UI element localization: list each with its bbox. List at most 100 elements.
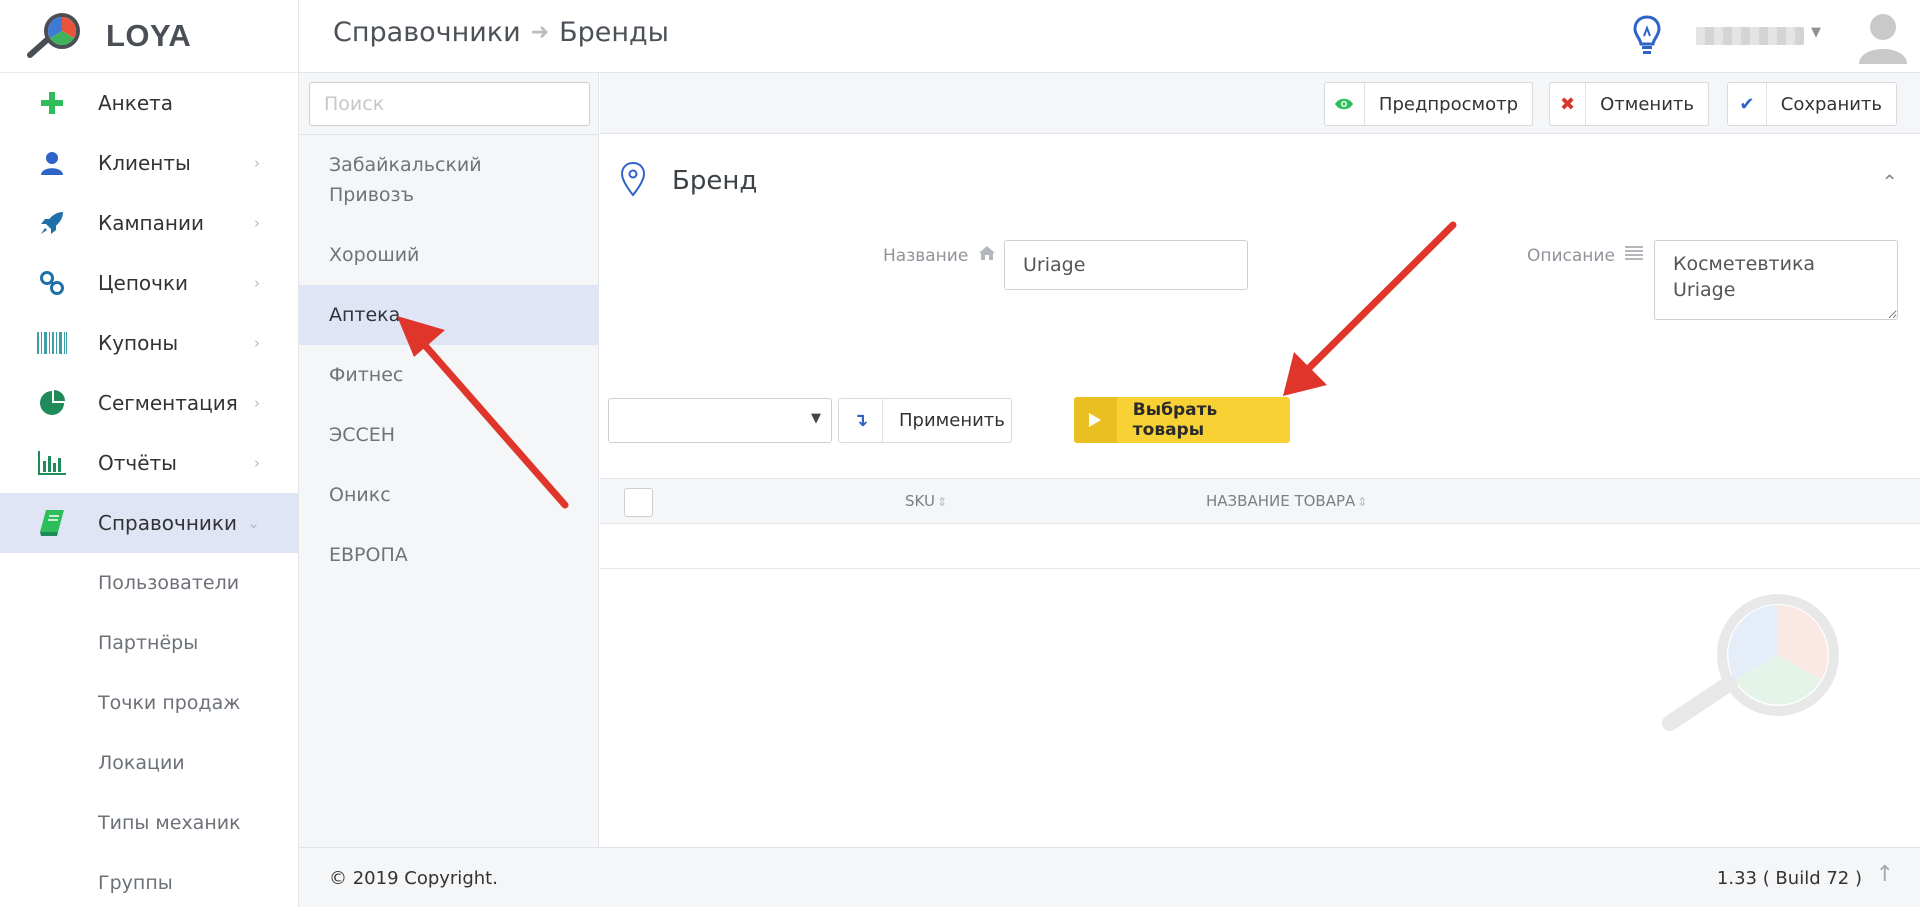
sidebar-item-label: Кампании [98, 211, 204, 235]
check-icon: ✔ [1728, 83, 1767, 125]
column-header-sku[interactable]: SKU ⇕ [905, 492, 947, 510]
description-label: Описание [1527, 245, 1643, 266]
sidebar-subitem-mechanic-types[interactable]: Типы механик [0, 793, 298, 853]
level-down-icon: ↴ [839, 399, 883, 442]
column-header-product-name-label: НАЗВАНИЕ ТОВАРА [1206, 492, 1356, 510]
name-label-text: Название [883, 245, 969, 266]
name-label: Название [883, 245, 996, 266]
copyright-text: © 2019 Copyright. [329, 868, 498, 889]
sidebar-item-label: Анкета [98, 91, 174, 115]
footer: © 2019 Copyright. 1.33 ( Build 72 ) ↑ [299, 847, 1920, 907]
home-icon [978, 245, 996, 266]
description-field[interactable]: Косметевтика Uriage [1654, 240, 1898, 320]
chevron-right-icon: › [254, 214, 260, 232]
choose-products-label: Выбрать товары [1132, 400, 1218, 440]
toolbar: Предпросмотр ✖ Отменить ✔ Сохранить [600, 73, 1920, 134]
sidebar-item-label: Клиенты [98, 151, 191, 175]
logo-text: LOYA [106, 18, 192, 53]
list-item[interactable]: Забайкальский Привозъ [299, 135, 598, 225]
plus-icon [34, 92, 70, 114]
sidebar-subitem-locations[interactable]: Локации [0, 733, 298, 793]
breadcrumb-root[interactable]: Справочники [333, 17, 521, 48]
sidebar-item-label: Отчёты [98, 451, 177, 475]
sidebar-item-chains[interactable]: Цепочки › [0, 253, 298, 313]
sidebar-item-campaigns[interactable]: Кампании › [0, 193, 298, 253]
sidebar-item-questionnaire[interactable]: Анкета [0, 73, 298, 133]
name-field[interactable] [1004, 240, 1248, 290]
breadcrumb-current: Бренды [559, 17, 669, 48]
sidebar-subitem-partners[interactable]: Партнёры [0, 613, 298, 673]
column-header-product-name[interactable]: НАЗВАНИЕ ТОВАРА ⇕ [1206, 492, 1367, 510]
logo[interactable]: LOYA [0, 0, 298, 73]
choose-products-button[interactable]: Выбрать товары [1074, 397, 1290, 443]
list-item-selected[interactable]: Аптека [299, 285, 598, 345]
link-icon [34, 270, 70, 296]
list-item[interactable]: Фитнес [299, 345, 598, 405]
caret-down-icon[interactable]: ▼ [1811, 25, 1821, 40]
table-empty-row [600, 524, 1920, 569]
sidebar-item-directories[interactable]: Справочники ⌄ [0, 493, 298, 553]
sidebar-item-label: Купоны [98, 331, 179, 355]
description-label-text: Описание [1527, 245, 1615, 266]
close-icon: ✖ [1550, 83, 1587, 125]
sort-icon: ⇕ [936, 495, 947, 509]
pie-chart-icon [34, 390, 70, 416]
caret-down-icon: ▼ [811, 411, 821, 426]
column-header-sku-label: SKU [905, 492, 935, 510]
list-item[interactable]: Хороший [299, 225, 598, 285]
sidebar-item-label: Сегментация [98, 391, 238, 415]
user-icon [34, 151, 70, 175]
sidebar: LOYA Анкета Клиенты › Кампании › Цепочки… [0, 0, 299, 907]
chevron-right-icon: › [254, 334, 260, 352]
section-title: Бренд [672, 166, 758, 196]
chevron-down-icon: ⌄ [247, 514, 260, 532]
save-button[interactable]: ✔ Сохранить [1727, 82, 1897, 126]
rocket-icon [34, 210, 70, 236]
sidebar-item-reports[interactable]: Отчёты › [0, 433, 298, 493]
sidebar-subitem-groups[interactable]: Группы [0, 853, 298, 907]
cancel-label: Отменить [1600, 93, 1694, 115]
align-justify-icon [1624, 245, 1643, 266]
list-item[interactable]: ЕВРОПА [299, 525, 598, 585]
select-all-checkbox[interactable] [624, 488, 653, 517]
preview-label: Предпросмотр [1378, 93, 1518, 115]
user-name-blurred[interactable] [1696, 27, 1804, 45]
bar-chart-icon [34, 451, 70, 475]
main-content: Предпросмотр ✖ Отменить ✔ Сохранить Брен… [600, 73, 1920, 847]
version-text: 1.33 ( Build 72 ) [1716, 868, 1862, 889]
sidebar-item-coupons[interactable]: Купоны › [0, 313, 298, 373]
sidebar-item-clients[interactable]: Клиенты › [0, 133, 298, 193]
table-header: SKU ⇕ НАЗВАНИЕ ТОВАРА ⇕ [600, 478, 1920, 524]
search-input[interactable] [309, 82, 590, 126]
action-select[interactable]: ▼ [608, 398, 832, 443]
brand-list-panel: Забайкальский Привозъ Хороший Аптека Фит… [299, 73, 599, 847]
barcode-icon [34, 332, 70, 354]
breadcrumb: Справочники ➜ Бренды [333, 17, 669, 48]
chevron-right-icon: › [254, 394, 260, 412]
play-icon [1074, 397, 1117, 443]
chevron-up-icon[interactable]: ⌃ [1881, 170, 1898, 194]
sidebar-item-segmentation[interactable]: Сегментация › [0, 373, 298, 433]
top-header: Справочники ➜ Бренды ▼ [299, 0, 1920, 73]
lightbulb-icon[interactable] [1632, 14, 1662, 60]
preview-button[interactable]: Предпросмотр [1324, 82, 1533, 126]
avatar[interactable] [1855, 8, 1911, 64]
chevron-right-icon: › [254, 274, 260, 292]
chevron-right-icon: › [254, 154, 260, 172]
book-icon [34, 510, 70, 536]
apply-button[interactable]: ↴ Применить [838, 398, 1012, 443]
arrow-right-icon: ➜ [530, 20, 550, 45]
sidebar-subitem-points-of-sale[interactable]: Точки продаж [0, 673, 298, 733]
loya-logo-icon [24, 13, 82, 59]
list-item[interactable]: Оникс [299, 465, 598, 525]
sidebar-subitem-users[interactable]: Пользователи [0, 553, 298, 613]
loya-watermark-icon [1650, 593, 1850, 747]
apply-label: Применить [899, 410, 1005, 431]
arrow-up-icon[interactable]: ↑ [1876, 862, 1894, 887]
chevron-right-icon: › [254, 454, 260, 472]
section-header: Бренд [620, 161, 757, 201]
eye-icon [1325, 83, 1365, 125]
map-pin-icon [620, 161, 646, 201]
cancel-button[interactable]: ✖ Отменить [1549, 82, 1709, 126]
list-item[interactable]: ЭССЕН [299, 405, 598, 465]
